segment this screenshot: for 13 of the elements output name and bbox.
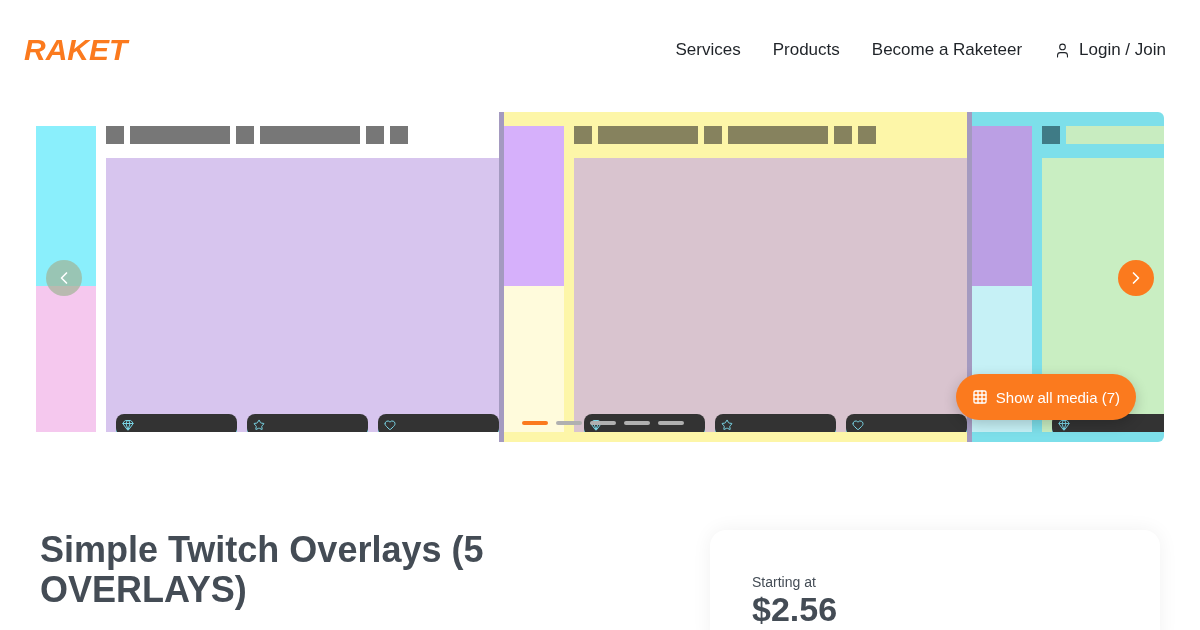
slide-indicator[interactable] (624, 421, 650, 425)
slide-indicator[interactable] (658, 421, 684, 425)
grid-icon (971, 389, 988, 405)
slide-indicator[interactable] (522, 421, 548, 425)
price: $2.56 (752, 590, 839, 629)
price-label: Starting at (752, 574, 817, 590)
nav-link[interactable]: Products (772, 40, 840, 60)
nav-link[interactable]: Services (675, 40, 741, 60)
nav-link[interactable]: Become a Raketeer (871, 40, 1023, 60)
login-label: Login / Join (1079, 40, 1166, 60)
login-link[interactable]: Login / Join (1054, 40, 1166, 60)
slide-indicator[interactable] (590, 421, 616, 425)
product-title: Simple Twitch Overlays (5 OVERLAYS) (40, 530, 485, 612)
